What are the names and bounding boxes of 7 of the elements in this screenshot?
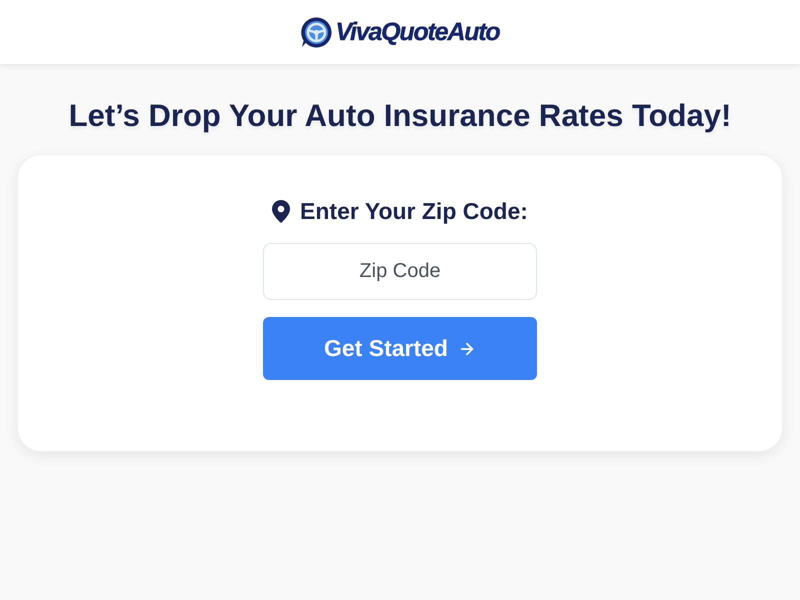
get-started-button[interactable]: Get Started [263,317,537,380]
logo-text: VivaQuoteAuto [335,20,500,44]
page-headline: Let’s Drop Your Auto Insurance Rates Today! [68,97,732,135]
steering-wheel-icon [300,16,334,48]
zip-label: Enter Your Zip Code: [300,197,528,225]
zip-code-field[interactable]: Zip Code [263,243,537,300]
map-pin-icon [272,200,290,222]
